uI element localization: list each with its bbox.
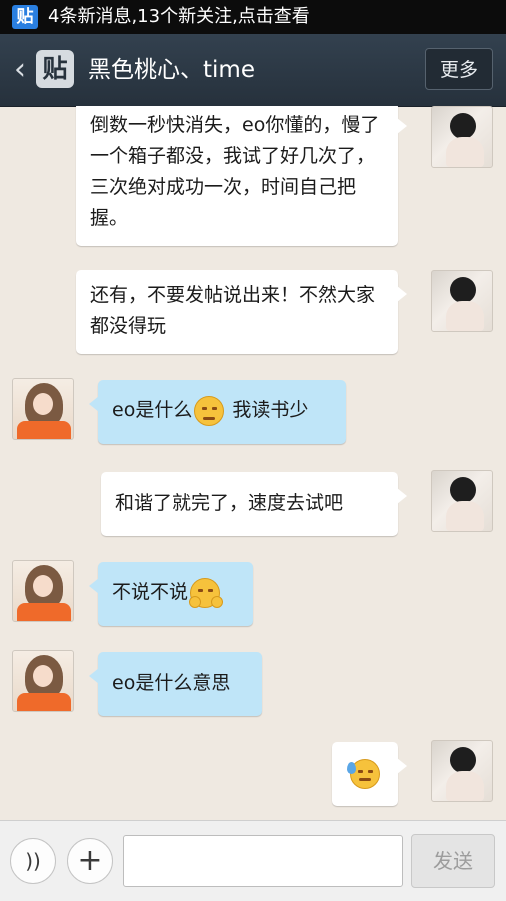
message-text: 和谐了就完了，速度去试吧 [115, 492, 344, 514]
plus-icon[interactable]: + [67, 838, 113, 884]
chat-header: ‹ 贴 黑色桃心、time 更多 [0, 34, 506, 107]
message-item [0, 740, 506, 812]
message-text: eo是什么意思 [112, 672, 231, 694]
message-list[interactable]: 倒数一秒快消失，eo你懂的，慢了一个箱子都没，我试了好几次了，三次绝对成功一次，… [0, 106, 506, 820]
message-item: eo是什么意思 [0, 650, 506, 720]
avatar[interactable] [12, 650, 74, 712]
avatar[interactable] [431, 270, 493, 332]
avatar[interactable] [431, 470, 493, 532]
more-button[interactable]: 更多 [425, 48, 493, 90]
send-button[interactable]: 发送 [411, 834, 495, 888]
notification-text[interactable]: 4条新消息,13个新关注,点击查看 [48, 6, 310, 28]
avatar[interactable] [431, 106, 493, 168]
sweat-face-icon [347, 758, 380, 789]
message-item: eo是什么 我读书少 [0, 378, 506, 448]
avatar[interactable] [12, 378, 74, 440]
message-text-after: 我读书少 [226, 399, 309, 421]
chat-title: 黑色桃心、time [88, 57, 255, 83]
message-bubble[interactable]: 和谐了就完了，速度去试吧 [101, 472, 407, 536]
tieba-logo[interactable]: 贴 [36, 50, 74, 88]
message-item: 和谐了就完了，速度去试吧 [0, 470, 506, 540]
avatar[interactable] [431, 740, 493, 802]
message-bubble[interactable]: 还有，不要发帖说出来！不然大家都没得玩 [76, 270, 407, 354]
hands-face-icon [189, 577, 224, 608]
message-bubble[interactable]: 不说不说 [89, 562, 253, 626]
avatar[interactable] [12, 560, 74, 622]
message-bubble[interactable]: eo是什么 我读书少 [89, 380, 346, 444]
message-text: 还有，不要发帖说出来！不然大家都没得玩 [90, 284, 376, 337]
message-bubble[interactable] [332, 742, 407, 806]
message-item: 倒数一秒快消失，eo你懂的，慢了一个箱子都没，我试了好几次了，三次绝对成功一次，… [0, 106, 506, 256]
message-text: 不说不说 [112, 581, 189, 603]
message-text: eo是什么 [112, 399, 193, 421]
message-item: 不说不说 [0, 560, 506, 630]
message-input[interactable] [123, 835, 403, 887]
input-bar: )) + 发送 [0, 820, 506, 901]
voice-icon[interactable]: )) [10, 838, 56, 884]
chevron-left-icon[interactable]: ‹ [8, 52, 32, 88]
message-bubble[interactable]: 倒数一秒快消失，eo你懂的，慢了一个箱子都没，我试了好几次了，三次绝对成功一次，… [76, 106, 407, 246]
frown-face-icon [194, 395, 225, 426]
status-bar: 贴 4条新消息,13个新关注,点击查看 [0, 0, 506, 34]
message-text: 倒数一秒快消失，eo你懂的，慢了一个箱子都没，我试了好几次了，三次绝对成功一次，… [90, 114, 380, 229]
message-item: 还有，不要发帖说出来！不然大家都没得玩 [0, 270, 506, 360]
message-bubble[interactable]: eo是什么意思 [89, 652, 262, 716]
tieba-app-icon: 贴 [12, 5, 38, 29]
